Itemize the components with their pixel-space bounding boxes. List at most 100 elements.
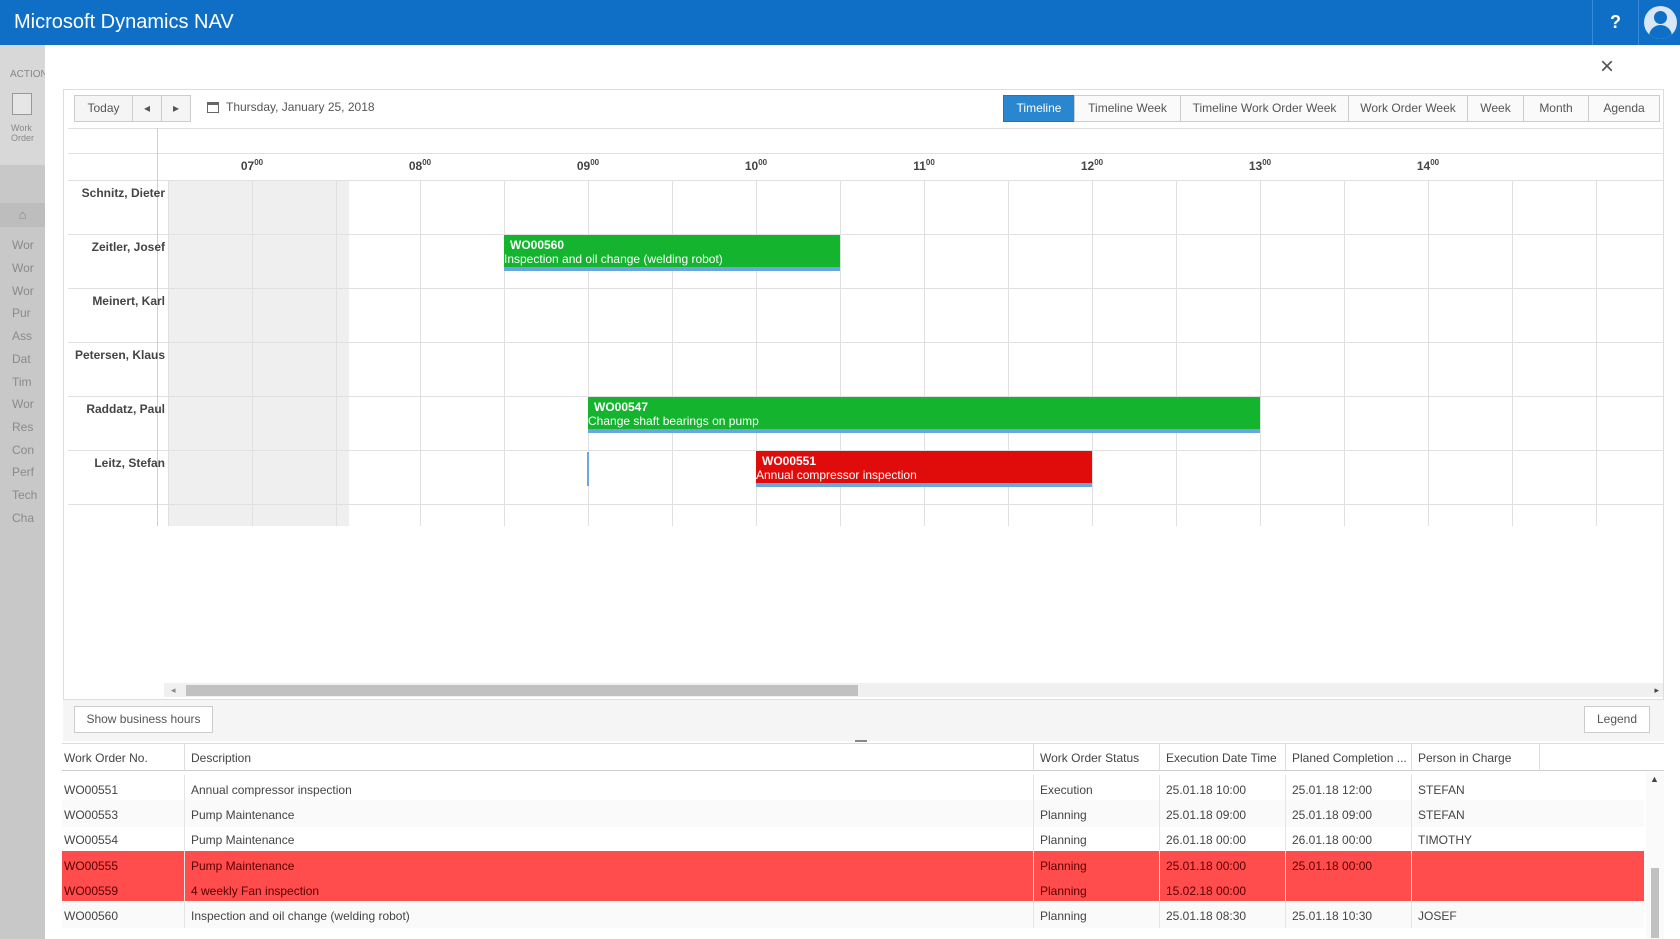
nav-item[interactable]: Ass <box>12 329 32 343</box>
work-order-event[interactable]: WO00560Inspection and oil change (weldin… <box>504 235 840 271</box>
cell-no: WO00554 <box>64 833 184 847</box>
event-description: Change shaft bearings on pump <box>588 414 1260 428</box>
cell-desc: Inspection and oil change (welding robot… <box>191 909 1031 923</box>
cell-status: Planning <box>1040 833 1160 847</box>
nav-item[interactable]: Wor <box>12 261 34 275</box>
work-order-icon[interactable] <box>12 93 32 115</box>
column-header[interactable]: Work Order No. <box>64 751 184 765</box>
scrollbar-thumb[interactable] <box>186 685 858 696</box>
cell-plan: 26.01.18 00:00 <box>1292 833 1412 847</box>
nav-item[interactable]: Perf <box>12 465 34 479</box>
show-business-hours-button[interactable]: Show business hours <box>74 706 213 733</box>
today-button[interactable]: Today <box>74 95 133 122</box>
hour-label: 1400 <box>1338 158 1518 173</box>
resource-label: Meinert, Karl <box>54 294 165 308</box>
cell-status: Planning <box>1040 808 1160 822</box>
resource-label: Leitz, Stefan <box>54 456 165 470</box>
cell-exec: 25.01.18 10:00 <box>1166 783 1286 797</box>
home-icon[interactable]: ⌂ <box>0 203 45 227</box>
view-timeline-work-order-week[interactable]: Timeline Work Order Week <box>1180 95 1349 122</box>
nav-item[interactable]: Tim <box>12 375 32 389</box>
previous-day-button[interactable]: ◂ <box>132 95 162 122</box>
scroll-right-icon[interactable]: ▸ <box>1654 683 1659 697</box>
view-week[interactable]: Week <box>1467 95 1524 122</box>
table-row[interactable]: WO00554Pump MaintenancePlanning26.01.18 … <box>62 825 1644 852</box>
user-menu-button[interactable] <box>1638 0 1680 45</box>
column-header[interactable]: Planed Completion ... <box>1292 751 1412 765</box>
nav-item[interactable]: Pur <box>12 306 31 320</box>
table-row[interactable]: WO00555Pump MaintenancePlanning25.01.18 … <box>62 851 1644 878</box>
cell-exec: 25.01.18 09:00 <box>1166 808 1286 822</box>
cell-status: Planning <box>1040 859 1160 873</box>
view-timeline[interactable]: Timeline <box>1003 95 1075 122</box>
close-icon[interactable]: × <box>1596 56 1618 78</box>
cell-status: Planning <box>1040 884 1160 898</box>
timeline-grid[interactable]: 07000800090010001100120013001400Schnitz,… <box>68 128 1663 528</box>
cell-person: JOSEF <box>1418 909 1538 923</box>
hour-label: 0900 <box>498 158 678 173</box>
cell-plan: 25.01.18 12:00 <box>1292 783 1412 797</box>
work-order-table: Work Order No. Description Work Order Stat… <box>62 743 1664 939</box>
column-header[interactable]: Person in Charge <box>1418 751 1538 765</box>
table-row[interactable]: WO00560Inspection and oil change (weldin… <box>62 901 1644 928</box>
view-timeline-week[interactable]: Timeline Week <box>1074 95 1181 122</box>
view-agenda[interactable]: Agenda <box>1588 95 1660 122</box>
hour-label: 1200 <box>1002 158 1182 173</box>
cell-person: TIMOTHY <box>1418 833 1538 847</box>
scheduler-footer <box>63 699 1664 741</box>
table-row[interactable]: WO005594 weekly Fan inspectionPlanning15… <box>62 876 1644 903</box>
hour-label: 1100 <box>834 158 1014 173</box>
resource-label: Raddatz, Paul <box>54 402 165 416</box>
scroll-up-icon[interactable]: ▲ <box>1650 774 1659 784</box>
actions-label: ACTION <box>10 69 48 80</box>
avatar[interactable] <box>1644 6 1677 39</box>
cell-plan: 25.01.18 00:00 <box>1292 859 1412 873</box>
table-scrollbar[interactable]: ▲ <box>1646 772 1664 939</box>
view-month[interactable]: Month <box>1523 95 1589 122</box>
column-header[interactable]: Description <box>191 751 1031 765</box>
nav-item[interactable]: Dat <box>12 352 31 366</box>
nav-item[interactable]: Res <box>12 420 33 434</box>
calendar-icon[interactable] <box>207 102 219 113</box>
legend-button[interactable]: Legend <box>1584 706 1650 733</box>
nav-item[interactable]: Wor <box>12 284 34 298</box>
cell-desc: 4 weekly Fan inspection <box>191 884 1031 898</box>
help-button[interactable]: ? <box>1592 0 1638 45</box>
event-description: Inspection and oil change (welding robot… <box>504 252 840 266</box>
cell-exec: 25.01.18 00:00 <box>1166 859 1286 873</box>
cell-plan: 25.01.18 09:00 <box>1292 808 1412 822</box>
nav-item[interactable]: Tech <box>12 488 37 502</box>
cell-exec: 26.01.18 00:00 <box>1166 833 1286 847</box>
splitter-handle[interactable] <box>855 740 867 742</box>
next-day-button[interactable]: ▸ <box>161 95 191 122</box>
table-row[interactable]: WO00551Annual compressor inspectionExecu… <box>62 775 1644 802</box>
timeline-scrollbar[interactable]: ◂ ▸ <box>164 683 1663 697</box>
nav-item[interactable]: Cha <box>12 511 34 525</box>
work-order-event[interactable]: WO00547Change shaft bearings on pump <box>588 397 1260 433</box>
table-row[interactable]: WO00553Pump MaintenancePlanning25.01.18 … <box>62 800 1644 827</box>
nav-item[interactable]: Wor <box>12 238 34 252</box>
hour-label: 0800 <box>330 158 510 173</box>
column-header[interactable]: Work Order Status <box>1040 751 1160 765</box>
resource-label: Schnitz, Dieter <box>54 186 165 200</box>
current-date[interactable]: Thursday, January 25, 2018 <box>226 100 375 114</box>
nav-item[interactable]: Wor <box>12 397 34 411</box>
cell-status: Planning <box>1040 909 1160 923</box>
app-title: Microsoft Dynamics NAV <box>14 11 234 34</box>
cell-no: WO00553 <box>64 808 184 822</box>
work-order-action-label: Work Order <box>11 123 45 143</box>
hour-label: 1300 <box>1170 158 1350 173</box>
scroll-left-icon[interactable]: ◂ <box>171 683 176 697</box>
view-work-order-week[interactable]: Work Order Week <box>1348 95 1468 122</box>
event-number: WO00560 <box>510 238 840 252</box>
event-number: WO00551 <box>762 454 1092 468</box>
column-header[interactable]: Execution Date Time <box>1166 751 1286 765</box>
work-order-event[interactable]: WO00551Annual compressor inspection <box>756 451 1092 487</box>
hour-label: 0700 <box>162 158 342 173</box>
actions-ribbon: ACTION Work Order <box>0 45 45 165</box>
time-marker <box>587 452 589 486</box>
cell-exec: 15.02.18 00:00 <box>1166 884 1286 898</box>
hour-label: 1000 <box>666 158 846 173</box>
scrollbar-thumb[interactable] <box>1651 868 1659 938</box>
nav-item[interactable]: Con <box>12 443 34 457</box>
